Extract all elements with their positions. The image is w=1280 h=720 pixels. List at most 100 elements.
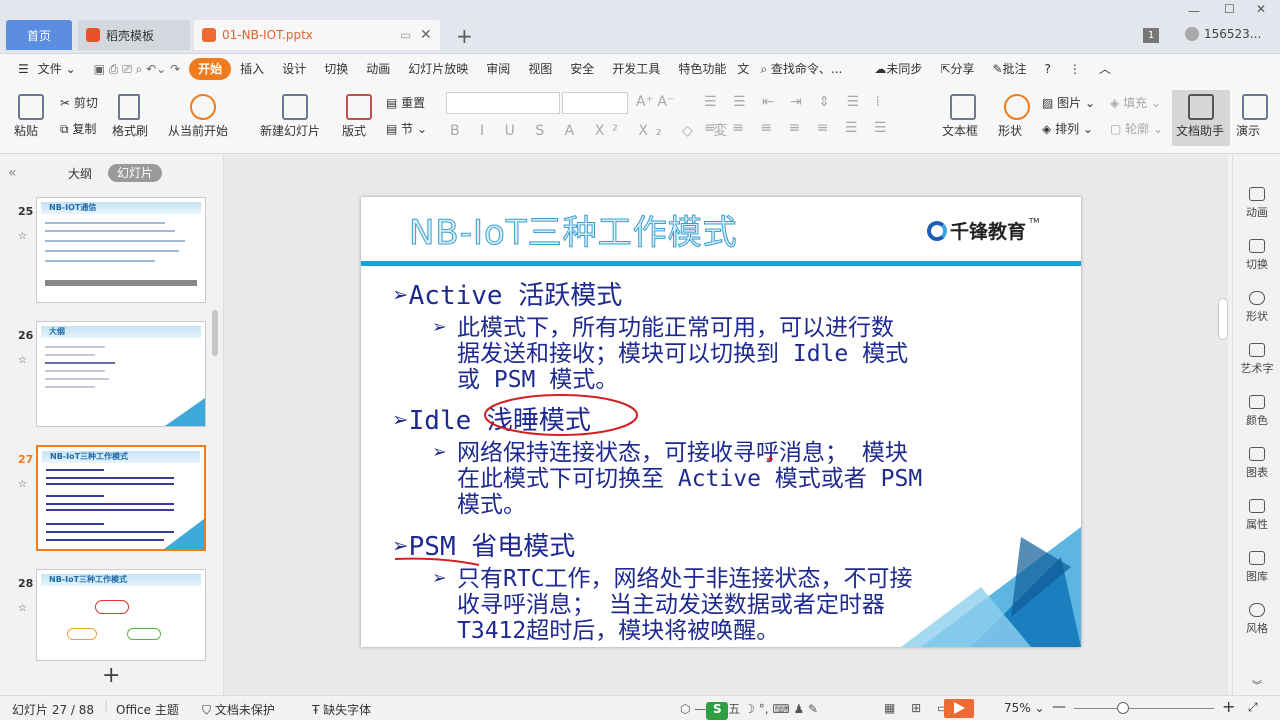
present-button[interactable]: 演示 — [1236, 122, 1260, 139]
layout-icon[interactable] — [346, 94, 372, 120]
format-painter-button[interactable]: 格式刷 — [112, 122, 148, 139]
slide-thumbnail[interactable]: NB-IOT通信 — [36, 197, 206, 303]
help-button[interactable]: ? — [1036, 58, 1060, 80]
picture-button[interactable]: ▨ 图片 ⌄ — [1042, 94, 1095, 111]
font-family-select[interactable] — [446, 92, 560, 114]
slide-thumbnail-selected[interactable]: NB-IoT三种工作模式 — [36, 445, 206, 551]
missing-font-button[interactable]: Ŧ 缺失字体 — [312, 701, 371, 718]
menu-home[interactable]: 开始 — [189, 58, 232, 80]
cut-button[interactable]: ✂ 剪切 — [60, 94, 98, 111]
menu-insert[interactable]: 插入 — [231, 58, 273, 80]
shape-button[interactable]: 形状 — [998, 122, 1022, 139]
menu-review[interactable]: 审阅 — [477, 58, 519, 80]
zoom-out-button[interactable]: — — [1052, 699, 1066, 715]
maximize-icon[interactable]: ☐ — [1224, 2, 1235, 16]
from-current-button[interactable]: 从当前开始 — [168, 122, 228, 139]
slide-27[interactable]: NB-IoT三种工作模式 千锋教育 TM ➢Active 活跃模式 ➢ 此模式下… — [361, 197, 1081, 647]
paragraph-align-buttons[interactable]: ≡ ≡ ≡ ≡ ≡ ☰ ☰ — [704, 120, 892, 136]
format-painter-icon[interactable] — [118, 94, 140, 120]
tab-close-icon[interactable]: ✕ — [420, 27, 432, 43]
thumb-text-line — [45, 378, 109, 380]
reset-button[interactable]: ▤ 重置 — [386, 94, 425, 111]
slides-tab[interactable]: 幻灯片 — [108, 164, 162, 182]
menu-special[interactable]: 特色功能 — [669, 58, 735, 80]
panel-scrollbar[interactable] — [212, 310, 218, 356]
new-slide-icon[interactable] — [282, 94, 308, 120]
user-name[interactable]: 156523... — [1204, 27, 1261, 41]
window-count-badge[interactable]: 1 — [1143, 28, 1159, 43]
menu-transition[interactable]: 切换 — [315, 58, 357, 80]
layout-button[interactable]: 版式 — [342, 122, 366, 139]
tab-home[interactable]: 首页 — [6, 20, 72, 50]
hamburger-icon[interactable]: ☰ — [0, 58, 38, 80]
play-icon[interactable] — [190, 94, 216, 120]
collapse-panel-icon[interactable]: « — [8, 165, 17, 181]
shape-pane-button[interactable]: 形状 — [1233, 291, 1280, 324]
shape-icon[interactable] — [1004, 94, 1030, 120]
new-slide-button[interactable]: 新建幻灯片 — [260, 122, 320, 139]
transition-pane-button[interactable]: 切换 — [1233, 239, 1280, 272]
menu-developer[interactable]: 开发工具 — [603, 58, 669, 80]
sync-button[interactable]: ☁未同步 — [865, 58, 931, 80]
color-pane-button[interactable]: 颜色 — [1233, 395, 1280, 428]
font-style-buttons[interactable]: B I U S A X² X₂ ◇ 変 — [450, 120, 735, 140]
more-icon[interactable]: ⋮ — [1060, 58, 1090, 80]
zoom-level[interactable]: 75% ⌄ — [1004, 701, 1045, 715]
font-size-select[interactable] — [562, 92, 628, 114]
paste-button[interactable]: 粘贴 — [14, 122, 38, 139]
menu-design[interactable]: 设计 — [273, 58, 315, 80]
annotate-button[interactable]: ✎批注 — [983, 58, 1035, 80]
expand-down-icon[interactable]: ︾ — [1233, 677, 1280, 692]
tab-file[interactable]: 01-NB-IOT.pptx ▭ ✕ — [194, 20, 440, 50]
chart-pane-button[interactable]: 图表 — [1233, 447, 1280, 480]
search-command[interactable]: ⌕ 查找命令、... — [751, 58, 851, 80]
tab-template[interactable]: 稻壳模板 — [78, 20, 190, 50]
menu-slideshow[interactable]: 幻灯片放映 — [399, 58, 477, 80]
minimize-icon[interactable]: — — [1188, 4, 1200, 18]
zoom-slider-handle[interactable] — [1117, 702, 1129, 714]
outline-tab[interactable]: 大纲 — [68, 165, 92, 182]
document-protection[interactable]: ⛉ 文档未保护 — [202, 701, 275, 718]
slide-thumbnail[interactable]: NB-IoT三种工作模式 — [36, 569, 206, 661]
fit-window-icon[interactable]: ⤢ — [1248, 700, 1258, 715]
paragraph-list-buttons[interactable]: ☰ ☰ ⇤ ⇥ ⇕ ☰ ⁞ — [704, 94, 886, 110]
close-window-icon[interactable]: ✕ — [1256, 2, 1266, 16]
add-slide-button[interactable]: + — [102, 663, 120, 688]
section-button[interactable]: ▤ 节 ⌄ — [386, 120, 427, 137]
outline-button[interactable]: ▢ 轮廓 ⌄ — [1110, 120, 1163, 137]
properties-pane-button[interactable]: 属性 — [1233, 499, 1280, 532]
menu-view[interactable]: 视图 — [519, 58, 561, 80]
thumb-number: 28 — [18, 577, 34, 590]
new-tab-icon[interactable]: + — [456, 24, 473, 48]
play-slideshow-button[interactable] — [944, 699, 974, 718]
avatar[interactable] — [1185, 27, 1199, 41]
right-task-bar: 动画 切换 形状 艺术字 颜色 图表 属性 图库 风格 ︾ — [1232, 155, 1280, 695]
present-icon[interactable] — [1242, 94, 1268, 120]
menu-security[interactable]: 安全 — [561, 58, 603, 80]
style-pane-button[interactable]: 风格 — [1233, 603, 1280, 636]
chart-icon — [1249, 447, 1265, 461]
zoom-slider-track[interactable] — [1074, 708, 1214, 709]
textbox-icon[interactable] — [950, 94, 976, 120]
paste-icon[interactable] — [18, 94, 44, 120]
slide-thumbnail[interactable]: 大纲 — [36, 321, 206, 427]
tab-pin-icon[interactable]: ▭ — [400, 28, 411, 42]
zoom-in-button[interactable]: + — [1222, 697, 1235, 716]
menu-more[interactable]: 文 — [735, 58, 751, 80]
doc-helper-button[interactable]: 文档助手 — [1172, 90, 1230, 146]
animation-pane-button[interactable]: 动画 — [1233, 187, 1280, 220]
canvas-scrollbar[interactable] — [1218, 298, 1228, 340]
share-button[interactable]: ⇱分享 — [931, 58, 983, 80]
ime-toolbar[interactable]: ⬡ — S 五 ☽ °, ⌨ ♟ ✎ — [680, 700, 818, 720]
textbox-button[interactable]: 文本框 — [942, 122, 978, 139]
gallery-pane-button[interactable]: 图库 — [1233, 551, 1280, 584]
fill-button[interactable]: ◈ 填充 ⌄ — [1110, 94, 1161, 111]
quick-access-toolbar[interactable]: ▣ ⎙ ⎚ ⌕ ↶⌄ ↷ — [85, 58, 190, 80]
menu-animation[interactable]: 动画 — [357, 58, 399, 80]
font-grow-shrink-icon[interactable]: A⁺ A⁻ — [636, 94, 674, 110]
wordart-pane-button[interactable]: 艺术字 — [1233, 343, 1280, 376]
copy-button[interactable]: ⧉ 复制 — [60, 120, 96, 137]
arrange-button[interactable]: ◈ 排列 ⌄ — [1042, 120, 1093, 137]
menu-file[interactable]: 文件 ⌄ — [38, 58, 85, 80]
collapse-ribbon-icon[interactable]: ︿ — [1090, 58, 1120, 80]
